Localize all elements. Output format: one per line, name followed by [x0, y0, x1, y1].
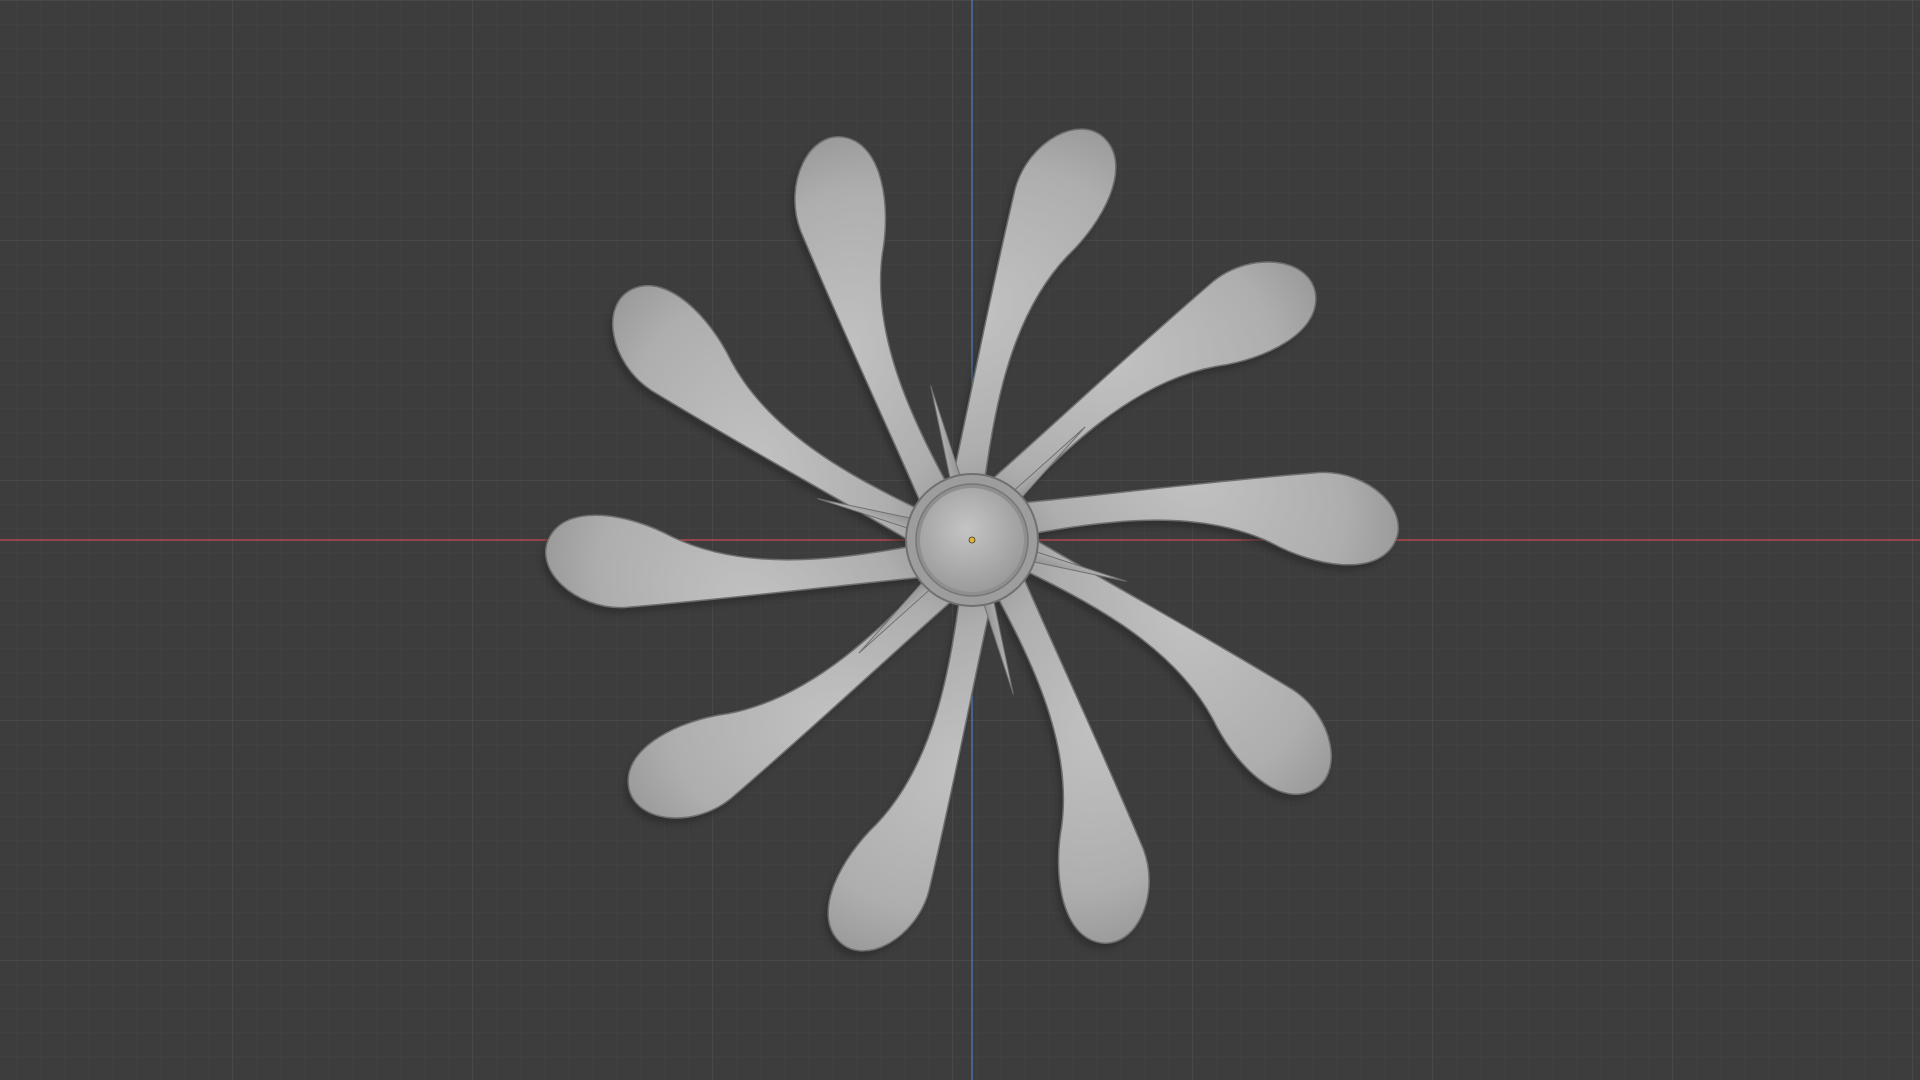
3d-viewport[interactable]: [0, 0, 1920, 1080]
origin-point-icon[interactable]: [968, 536, 976, 544]
viewport-canvas[interactable]: [0, 0, 1920, 1080]
